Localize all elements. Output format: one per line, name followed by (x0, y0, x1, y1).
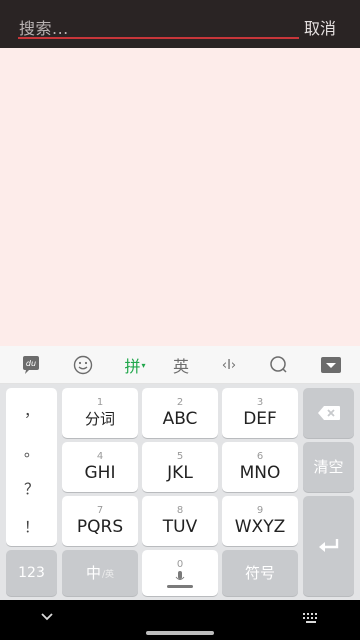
pinyin-mode-button[interactable]: 拼 ▾ (118, 350, 152, 380)
language-toggle-button[interactable]: 中/英 (62, 550, 138, 596)
search-input[interactable]: 搜索... (18, 10, 299, 39)
punct-comma-key[interactable]: ， (6, 400, 57, 421)
punctuation-column[interactable]: ， 。 ？ ！ (6, 388, 57, 546)
key-5[interactable]: 5 JKL (142, 442, 218, 492)
ime-toolbar: du 拼 ▾ 英 ‹I› (0, 346, 360, 384)
key-8[interactable]: 8 TUV (142, 496, 218, 546)
cancel-button[interactable]: 取消 (304, 15, 336, 39)
microphone-icon (175, 570, 185, 580)
dropdown-caret-icon: ▾ (141, 360, 146, 370)
key-6[interactable]: 6 MNO (222, 442, 298, 492)
backspace-button[interactable] (303, 388, 354, 438)
punct-period-key[interactable]: 。 (6, 440, 57, 461)
numbers-button[interactable]: 123 (6, 550, 57, 596)
clear-button[interactable]: 清空 (303, 442, 354, 492)
backspace-icon (317, 406, 340, 420)
key-3[interactable]: 3 DEF (222, 388, 298, 438)
punct-exclaim-key[interactable]: ！ (6, 516, 57, 537)
enter-icon (318, 539, 338, 552)
home-indicator[interactable] (146, 631, 214, 635)
enter-button[interactable] (303, 496, 354, 596)
key-4[interactable]: 4 GHI (62, 442, 138, 492)
key-7[interactable]: 7 PQRS (62, 496, 138, 546)
search-header: 搜索... 取消 (0, 0, 360, 48)
symbols-button[interactable]: 符号 (222, 550, 298, 596)
search-icon[interactable] (264, 350, 294, 380)
space-key[interactable]: 0 (142, 550, 218, 596)
english-mode-button[interactable]: 英 (166, 350, 196, 380)
space-bar-line (167, 584, 193, 588)
key-2[interactable]: 2 ABC (142, 388, 218, 438)
results-area (0, 48, 360, 346)
search-placeholder: 搜索... (19, 19, 69, 38)
cursor-icon[interactable]: ‹I› (214, 350, 244, 380)
back-chevron-icon[interactable] (40, 610, 54, 626)
navigation-bar (0, 600, 360, 640)
emoji-icon[interactable] (68, 350, 98, 380)
key-9[interactable]: 9 WXYZ (222, 496, 298, 546)
punct-question-key[interactable]: ？ (6, 478, 57, 499)
du-logo-icon[interactable]: du (16, 350, 46, 380)
key-1[interactable]: 1 分词 (62, 388, 138, 438)
pinyin-label: 拼 (124, 357, 141, 376)
collapse-keyboard-icon[interactable] (316, 350, 346, 380)
keyboard-switch-icon[interactable] (302, 612, 320, 628)
svg-text:du: du (26, 359, 36, 368)
t9-keyboard: ， 。 ？ ！ 1 分词 2 ABC 3 DEF 4 GHI 5 JKL 6 M… (0, 384, 360, 600)
